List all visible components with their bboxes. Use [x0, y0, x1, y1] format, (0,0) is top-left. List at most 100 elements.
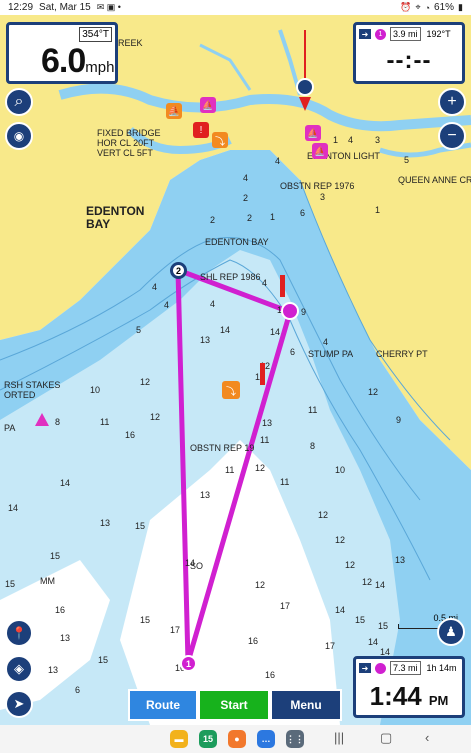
route-button[interactable]: Route	[128, 689, 198, 721]
label-edenton-bay: EDENTON BAY	[205, 237, 269, 247]
hazard-triangle-icon[interactable]	[35, 413, 49, 426]
depth: 9	[396, 415, 402, 425]
depth: 14	[368, 637, 379, 647]
apps-grid-icon[interactable]: ⋮⋮	[286, 730, 304, 748]
route-duration: 1h 14m	[426, 663, 457, 673]
depth: 12	[345, 560, 356, 570]
depth: 12	[255, 580, 266, 590]
depth: 12	[150, 412, 161, 422]
status-date: Sat, Mar 15	[39, 2, 91, 13]
depth: 4	[210, 299, 216, 309]
depth: 14	[270, 327, 281, 337]
label-stump-pa: STUMP PA	[308, 349, 354, 359]
depth: 15	[135, 521, 146, 531]
back-icon[interactable]: ‹	[425, 730, 429, 745]
search-button[interactable]: ⌕	[5, 88, 33, 116]
pin-button[interactable]: 📍	[5, 619, 33, 647]
destination-dot-icon	[375, 662, 386, 674]
eta-ampm: PM	[428, 693, 449, 708]
waypoint-2-marker[interactable]: 2	[170, 262, 187, 279]
locate-me-button[interactable]: ➤	[5, 690, 33, 718]
lighthouse-icon	[280, 275, 285, 297]
eta-time: 1:44	[369, 681, 422, 711]
location-icon: ⌖	[415, 2, 421, 12]
speed-unit: mph	[85, 59, 115, 76]
marina-icon[interactable]: ⛵	[166, 103, 182, 119]
label-shl-rep: SHL REP 1986	[200, 272, 261, 282]
recents-icon[interactable]: |||	[334, 730, 344, 745]
boat-ramp-icon[interactable]: ⤵	[212, 132, 228, 148]
depth: 12	[255, 463, 266, 473]
home-icon[interactable]: ▢	[380, 730, 392, 746]
waypoint-dot-icon: 1	[375, 28, 386, 40]
label-six: 6	[300, 208, 306, 218]
waypoint-bearing: 192°T	[426, 29, 451, 39]
depth: 15	[5, 579, 16, 589]
depth: 15	[98, 655, 109, 665]
depth: 11	[280, 477, 290, 487]
speed-panel[interactable]: 354°T 6.0mph	[6, 22, 118, 84]
waypoint-1-marker[interactable]: 1	[180, 655, 197, 672]
depth: 14	[375, 580, 386, 590]
depth: 11	[225, 465, 235, 475]
user-profile-button[interactable]: ♟	[437, 618, 465, 646]
speed-readout: 6.0mph	[41, 43, 114, 86]
depth: 14	[220, 325, 231, 335]
depth: 15	[140, 615, 151, 625]
zoom-in-button[interactable]: +	[438, 88, 466, 116]
active-waypoint-marker[interactable]	[281, 302, 299, 320]
depth: 3	[320, 192, 326, 202]
depth: 13	[48, 665, 59, 675]
boat-position-icon[interactable]	[296, 78, 314, 96]
speed-value: 6.0	[41, 42, 86, 80]
depth: 12	[318, 510, 329, 520]
depth: 14	[8, 503, 19, 513]
label-bridge-vert: VERT CL 5FT	[97, 148, 153, 158]
depth: 3	[375, 135, 381, 145]
depth: 4	[164, 300, 170, 310]
depth: 2	[210, 215, 216, 225]
plus-icon: +	[447, 93, 457, 110]
lighthouse-icon	[260, 363, 265, 385]
label-reported: ORTED	[4, 390, 36, 400]
heading-readout: 354°T	[79, 27, 112, 42]
next-waypoint-panel[interactable]: ➜ 1 3.9 mi 192°T --:--	[353, 22, 465, 84]
layers-button[interactable]: ◈	[5, 655, 33, 683]
depth: 12	[140, 377, 151, 387]
depth: 4	[348, 135, 354, 145]
eta-panel[interactable]: ➜ 7.3 mi 1h 14m 1:44 PM	[353, 656, 465, 718]
depth: 6	[290, 347, 296, 357]
navigation-arrow-icon: ➤	[13, 696, 25, 711]
action-bar: Route Start Menu	[128, 689, 342, 721]
calendar-app-icon[interactable]: 15	[199, 730, 217, 748]
depth: 5	[136, 325, 142, 335]
waypoint-distance: 3.9 mi	[390, 27, 421, 41]
route-summary-row: ➜ 7.3 mi 1h 14m	[356, 659, 462, 677]
fish-haven-icon[interactable]: ⤵	[222, 381, 240, 399]
depth: 4	[243, 173, 249, 183]
folder-app-icon[interactable]: ▬	[170, 730, 188, 748]
sailboat-icon[interactable]: ⛵	[305, 125, 321, 141]
depth: 11	[308, 405, 318, 415]
nautical-chart-map[interactable]: REEK FIXED BRIDGE HOR CL 20FT VERT CL 5F…	[0, 15, 471, 725]
eta-readout: 1:44 PM	[356, 681, 462, 712]
messages-app-icon[interactable]: …	[257, 730, 275, 748]
start-button[interactable]: Start	[198, 689, 270, 721]
alarm-icon: ⏰	[400, 2, 412, 12]
sailboat-icon[interactable]: ⛵	[312, 143, 328, 159]
contacts-app-icon[interactable]: ●	[228, 730, 246, 748]
zoom-out-button[interactable]: −	[438, 122, 466, 150]
arrow-right-icon: ➜	[359, 29, 371, 39]
warning-icon[interactable]: !	[193, 122, 209, 138]
depth: 16	[248, 636, 259, 646]
menu-button[interactable]: Menu	[270, 689, 342, 721]
depth: 2	[247, 213, 253, 223]
label-pa: PA	[4, 423, 16, 433]
depth: 17	[325, 641, 336, 651]
layers-icon: ◈	[14, 661, 24, 676]
android-taskbar: ▬ 15 ● … ⋮⋮ ||| ▢ ‹	[0, 725, 471, 753]
depth: 14	[185, 558, 196, 568]
camera-button[interactable]: ◉	[5, 122, 33, 150]
label-obstn-19: OBSTN REP 19	[190, 443, 255, 453]
sailboat-icon[interactable]: ⛵	[200, 97, 216, 113]
